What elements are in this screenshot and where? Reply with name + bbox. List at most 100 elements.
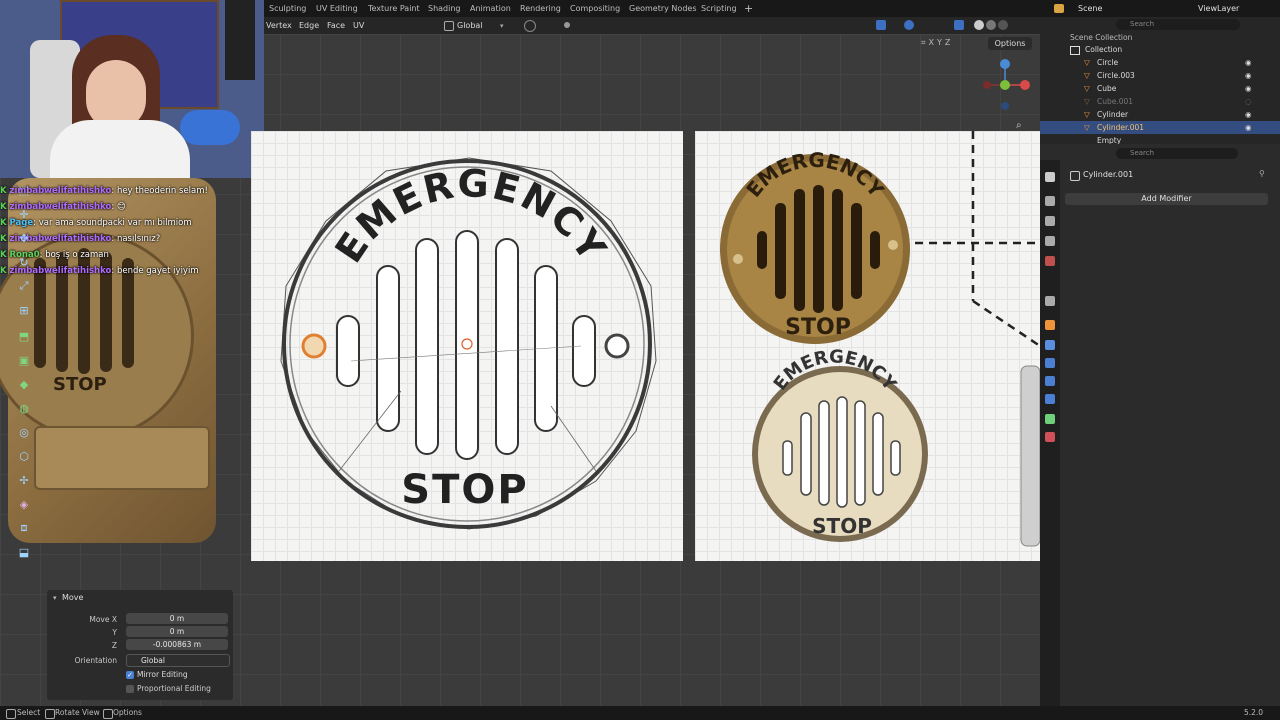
move-z-field[interactable]: -0.000863 m	[126, 639, 228, 650]
tab-geometry-nodes[interactable]: Geometry Nodes	[629, 0, 696, 17]
viewport-header: Vertex Edge Face UV Global ▾	[264, 17, 1040, 34]
transform-orientation-dropdown[interactable]: Global	[457, 17, 483, 34]
outliner-item-cylinder[interactable]: ▽ Cylinder ◉	[1040, 108, 1280, 121]
move-y-field[interactable]: 0 m	[126, 626, 228, 637]
tab-uv-editing[interactable]: UV Editing	[316, 0, 358, 17]
view-layer-tab-icon[interactable]	[1045, 236, 1055, 246]
gizmo-toggle-icon[interactable]	[876, 20, 886, 30]
data-tab-icon[interactable]	[1045, 414, 1055, 424]
outliner-item-cylinder001[interactable]: ▽ Cylinder.001 ◉	[1040, 121, 1280, 134]
add-modifier-button[interactable]: Add Modifier	[1065, 193, 1268, 205]
tab-compositing[interactable]: Compositing	[570, 0, 620, 17]
outliner-item-circle003[interactable]: ▽ Circle.003 ◉	[1040, 69, 1280, 82]
knife-tool-icon[interactable]: ◎	[14, 422, 34, 442]
viewlayer-selector[interactable]: ViewLayer	[1198, 0, 1239, 17]
options-button[interactable]: Options	[988, 37, 1032, 50]
visibility-eye-icon: ◉	[1245, 71, 1252, 80]
plush-toy	[180, 110, 240, 145]
scale-tool-icon[interactable]: ⤢	[14, 276, 34, 296]
rip-tool-icon[interactable]: ⬓	[14, 542, 34, 562]
xray-icon[interactable]	[954, 20, 964, 30]
properties-search[interactable]: Search	[1116, 148, 1238, 159]
material-shading-icon[interactable]	[986, 20, 996, 30]
pin-icon[interactable]: ⚲	[1259, 169, 1265, 178]
solid-shading-icon[interactable]	[974, 20, 984, 30]
transform-orientation-icon	[444, 21, 454, 31]
move-y-label: Y	[112, 628, 117, 637]
rotate-tool-icon[interactable]: ↻	[14, 252, 34, 272]
add-workspace-button[interactable]: +	[744, 0, 753, 17]
tab-scripting[interactable]: Scripting	[701, 0, 737, 17]
output-tab-icon[interactable]	[1045, 216, 1055, 226]
status-rotate-view: Rotate View	[55, 708, 100, 717]
axis-lock-icons[interactable]: ⌗XYZ	[921, 38, 961, 48]
extrude-tool-icon[interactable]: ⬒	[14, 326, 34, 346]
cream-bottom-text: STOP	[812, 514, 872, 538]
status-options: Options	[113, 708, 142, 717]
scene-tab-icon[interactable]	[1045, 256, 1055, 266]
smooth-tool-icon[interactable]: ◈	[14, 494, 34, 514]
chevron-down-icon: ▾	[500, 22, 504, 30]
particles-tab-icon[interactable]	[1045, 358, 1055, 368]
mouse-middle-icon	[45, 709, 55, 719]
outliner-item-cube[interactable]: ▽ Cube ◉	[1040, 82, 1280, 95]
vertex-mode-button[interactable]: Vertex	[266, 17, 292, 34]
tab-animation[interactable]: Animation	[470, 0, 511, 17]
mirror-editing-checkbox[interactable]: ✓	[126, 671, 134, 679]
shear-tool-icon[interactable]: ⧈	[14, 518, 34, 538]
mesh-object-icon: ▽	[1084, 97, 1090, 106]
tab-texture-paint[interactable]: Texture Paint	[368, 0, 420, 17]
outliner-item-cube001[interactable]: ▽ Cube.001 ◌	[1040, 95, 1280, 108]
version-label: 5.2.0	[1244, 708, 1264, 717]
orientation-dropdown[interactable]: Global	[126, 654, 230, 667]
constraints-tab-icon[interactable]	[1045, 394, 1055, 404]
outliner-item-circle[interactable]: ▽ Circle ◉	[1040, 56, 1280, 69]
hidden-eye-icon: ◌	[1245, 97, 1252, 106]
collapse-chevron-icon[interactable]: ▾	[53, 594, 57, 602]
edge-mode-button[interactable]: Edge	[299, 17, 319, 34]
modifier-tab-icon[interactable]	[1045, 340, 1055, 350]
mouse-right-icon	[103, 709, 113, 719]
transform-tool-icon[interactable]: ⊞	[14, 300, 34, 320]
proportional-editing-checkbox[interactable]	[126, 685, 134, 693]
plaque-stop-text: STOP	[53, 374, 107, 395]
collection-row[interactable]: Collection	[1040, 43, 1280, 56]
properties-tabs	[1040, 160, 1060, 706]
move-x-field[interactable]: 0 m	[126, 613, 228, 624]
proportional-icon[interactable]	[564, 22, 570, 28]
loop-cut-tool-icon[interactable]: ◍	[14, 398, 34, 418]
render-shading-icon[interactable]	[998, 20, 1008, 30]
outliner: Search Scene Collection Collection ▽ Circ…	[1040, 17, 1280, 144]
tab-shading[interactable]: Shading	[428, 0, 461, 17]
visibility-eye-icon: ◉	[1245, 123, 1252, 132]
outliner-item-empty[interactable]: Empty	[1040, 134, 1280, 144]
y-axis-icon	[1000, 80, 1010, 90]
physics-tab-icon[interactable]	[1045, 376, 1055, 386]
uv-mode-button[interactable]: UV	[353, 17, 364, 34]
snap-icon[interactable]	[524, 20, 536, 32]
outliner-search[interactable]: Search	[1116, 19, 1240, 30]
spin-tool-icon[interactable]: ✢	[14, 470, 34, 490]
object-data-icon	[1070, 171, 1080, 181]
move-tool-icon[interactable]: ✥	[14, 228, 34, 248]
cursor-tool-icon[interactable]: ✛	[14, 204, 34, 224]
navigation-gizmo[interactable]	[975, 56, 1035, 112]
visibility-eye-icon: ◉	[1245, 58, 1252, 67]
tool-tab-icon[interactable]	[1045, 172, 1055, 182]
face-mode-button[interactable]: Face	[327, 17, 345, 34]
tab-rendering[interactable]: Rendering	[520, 0, 561, 17]
poly-build-tool-icon[interactable]: ⬡	[14, 446, 34, 466]
inset-tool-icon[interactable]: ▣	[14, 350, 34, 370]
world-tab-icon[interactable]	[1045, 296, 1055, 306]
x-axis-icon	[1020, 80, 1030, 90]
mesh-object-icon: ▽	[1084, 123, 1090, 132]
tab-sculpting[interactable]: Sculpting	[269, 0, 306, 17]
bevel-tool-icon[interactable]: ◆	[14, 374, 34, 394]
overlay-toggle-icon[interactable]	[904, 20, 914, 30]
mouse-left-icon	[6, 709, 16, 719]
material-tab-icon[interactable]	[1045, 432, 1055, 442]
object-tab-icon[interactable]	[1045, 320, 1055, 330]
render-tab-icon[interactable]	[1045, 196, 1055, 206]
scene-selector[interactable]: Scene	[1078, 0, 1102, 17]
select-box-tool-icon[interactable]: ⬚	[14, 180, 34, 200]
